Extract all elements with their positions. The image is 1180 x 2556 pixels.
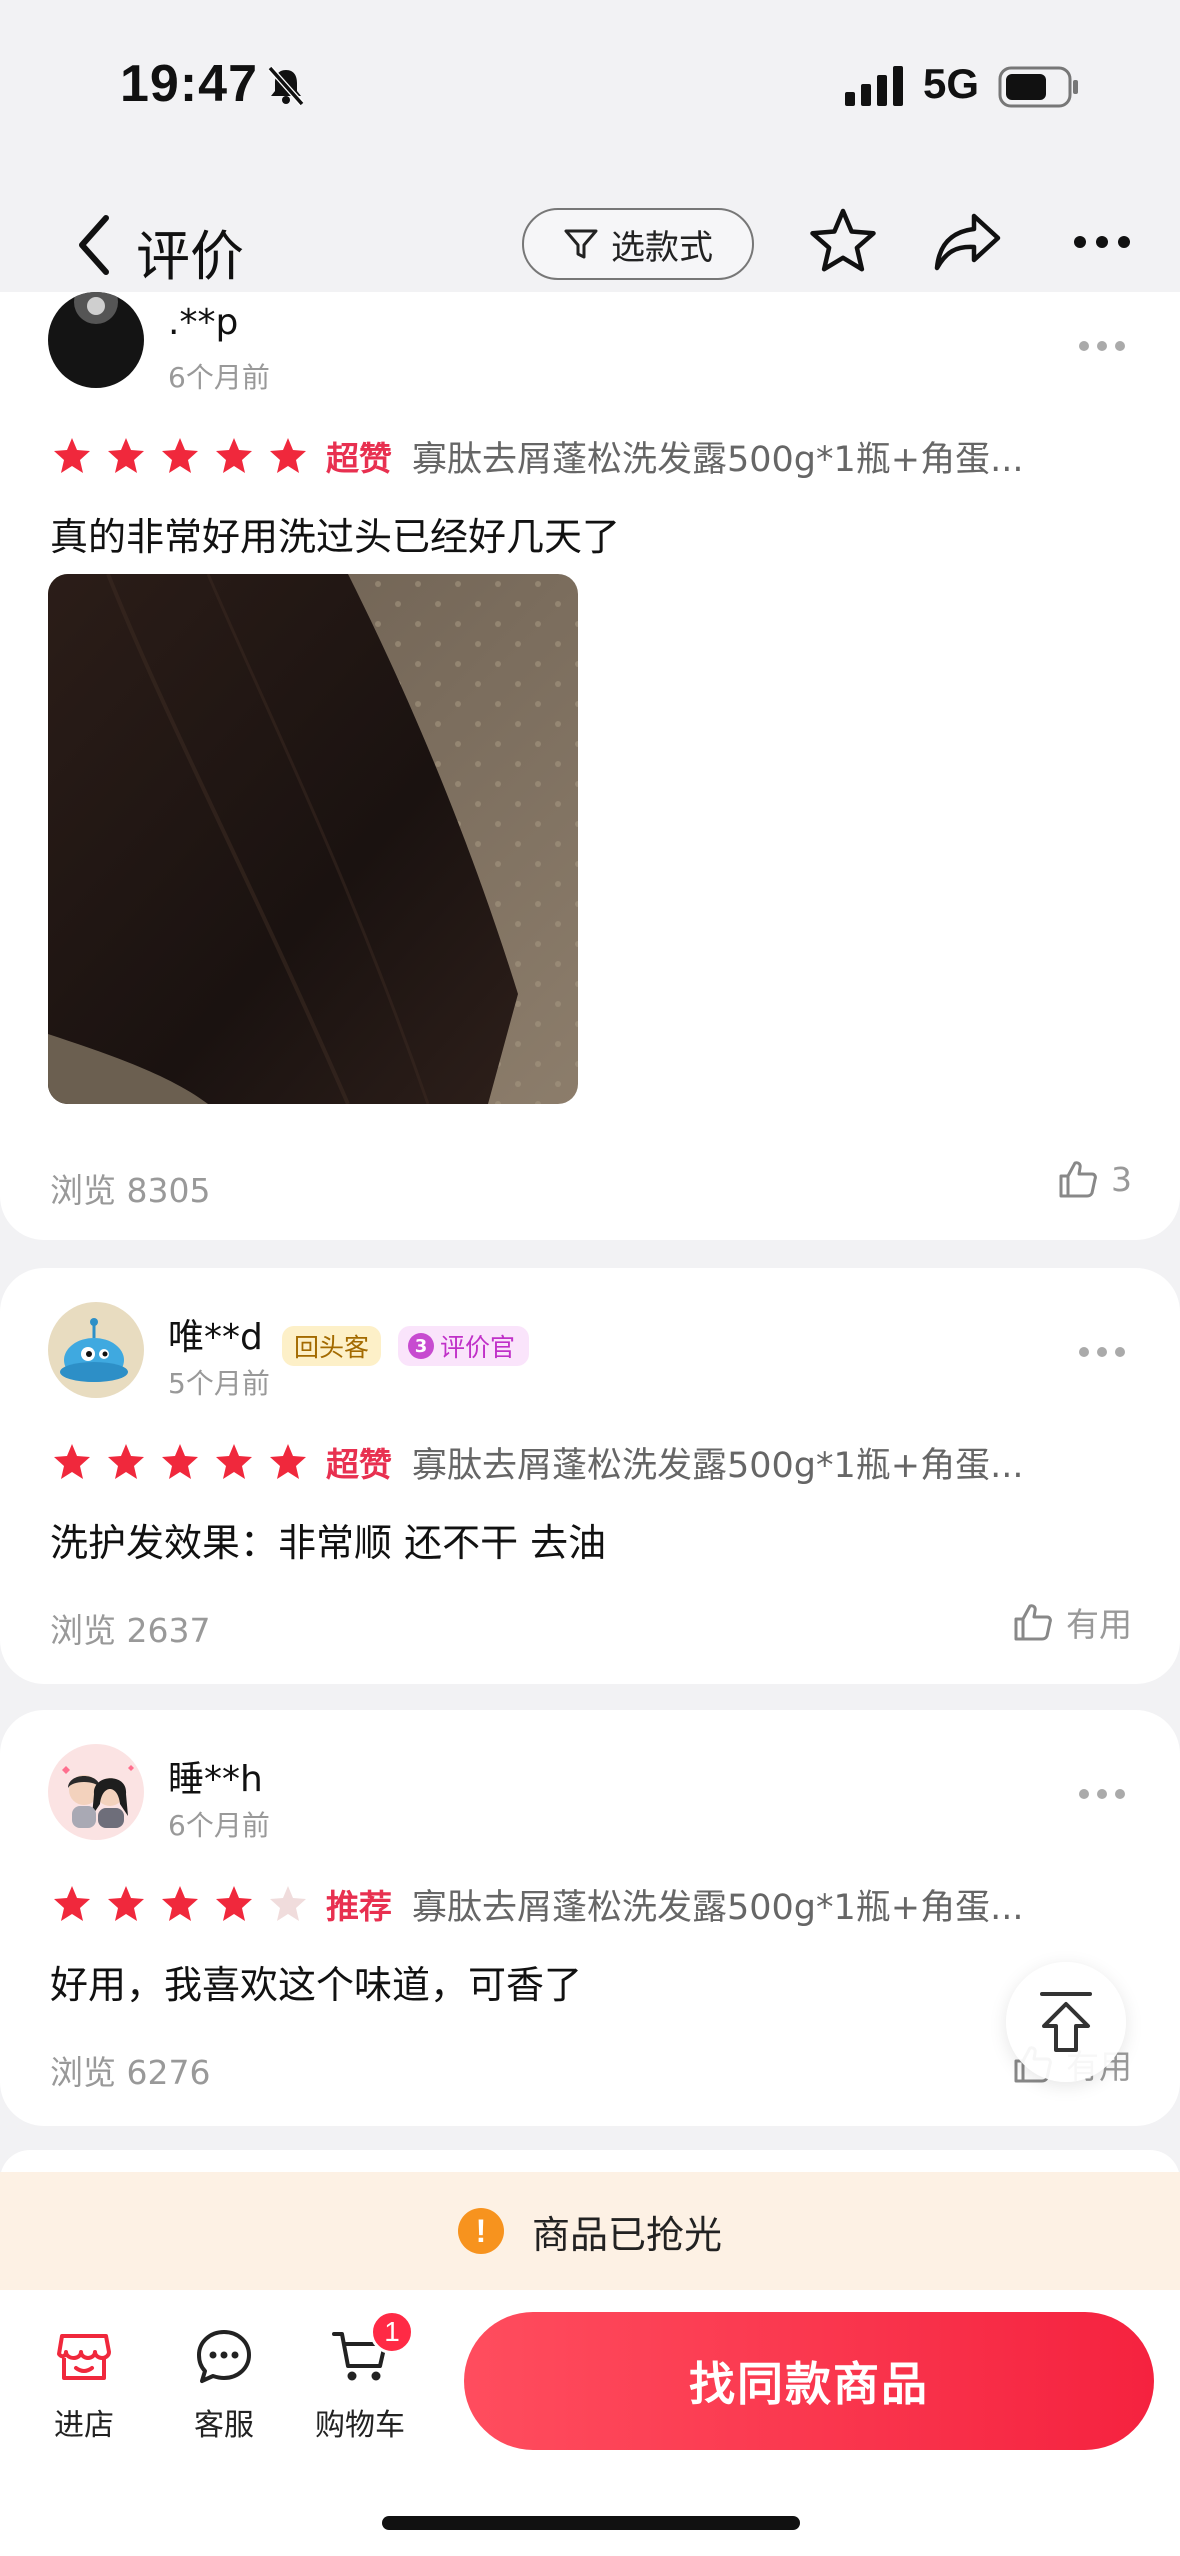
reviewer-badge: 3 评价官 [398, 1326, 530, 1366]
star-filled-icon [270, 438, 306, 473]
star-filled-icon [108, 1444, 144, 1479]
avatar-image [48, 292, 144, 388]
cart-count-badge: 1 [370, 2310, 414, 2354]
back-arrow-icon[interactable] [72, 212, 120, 278]
more-options-icon[interactable] [1078, 1346, 1126, 1358]
user-name: .**p [168, 302, 239, 343]
star-filled-icon [270, 1444, 306, 1479]
view-count: 浏览 8305 [50, 1171, 211, 1210]
review-time: 6个月前 [168, 361, 270, 394]
sku-text: 寡肽去屑蓬松洗发露500g*1瓶+角蛋... [412, 439, 1024, 480]
select-style-label: 选款式 [611, 227, 713, 268]
rating-label: 超赞 [326, 1445, 392, 1484]
rating-row: 推荐 寡肽去屑蓬松洗发露500g*1瓶+角蛋... [52, 1882, 1092, 1928]
star-rating [52, 436, 308, 476]
avatar-image [48, 1744, 144, 1840]
thumbs-up-icon [1059, 1161, 1097, 1198]
tab-cart-label: 购物车 [315, 2408, 405, 2443]
star-filled-icon [54, 1886, 90, 1921]
status-time: 19:47 [120, 55, 258, 113]
sku-text: 寡肽去屑蓬松洗发露500g*1瓶+角蛋... [412, 1887, 1024, 1928]
status-bar: 19:47 5G [0, 0, 1180, 180]
star-filled-icon [54, 438, 90, 473]
store-icon [57, 2334, 111, 2380]
tab-customer-service-label: 客服 [194, 2408, 254, 2443]
review-time: 6个月前 [168, 1809, 270, 1842]
battery-icon [998, 66, 1078, 108]
select-style-button[interactable]: 选款式 [522, 208, 754, 280]
thumbs-up-icon [1014, 1604, 1052, 1641]
tab-cart[interactable]: 购物车 1 [300, 2310, 420, 2456]
review-text: 真的非常好用洗过头已经好几天了 [50, 515, 621, 559]
view-count: 浏览 6276 [50, 2053, 211, 2092]
star-filled-icon [216, 1886, 252, 1921]
tab-store[interactable]: 进店 [24, 2326, 144, 2456]
star-filled-icon [216, 438, 252, 473]
scroll-to-top-icon [1040, 1992, 1092, 2052]
star-filled-icon [216, 1444, 252, 1479]
sold-out-text: 商品已抢光 [531, 2212, 722, 2257]
review-card-1: .**p 6个月前 超赞 寡肽去屑蓬松洗发露500g*1瓶+角蛋... 真的非常… [0, 292, 1180, 1240]
view-count: 浏览 2637 [50, 1611, 211, 1650]
like-button[interactable]: 3 [1057, 1158, 1132, 1200]
rating-label: 超赞 [326, 439, 392, 478]
page-title: 评价 [136, 225, 244, 288]
star-filled-icon [162, 438, 198, 473]
sold-out-banner: ! 商品已抢光 [0, 2172, 1180, 2290]
more-options-icon[interactable] [1078, 340, 1126, 352]
review-time: 5个月前 [168, 1367, 270, 1400]
returning-customer-badge: 回头客 [282, 1326, 382, 1366]
avatar[interactable] [48, 292, 144, 388]
star-filled-icon [108, 1886, 144, 1921]
star-filled-icon [108, 438, 144, 473]
star-rating [52, 1884, 308, 1924]
review-card-2: 唯**d 回头客 3 评价官 5个月前 超赞 寡肽去屑蓬松洗发露500g*1瓶+… [0, 1268, 1180, 1684]
avatar[interactable] [48, 1302, 144, 1398]
badge-level-icon: 3 [408, 1333, 434, 1359]
rating-row: 超赞 寡肽去屑蓬松洗发露500g*1瓶+角蛋... [52, 434, 1092, 480]
bottom-action-bar: 进店 客服 购物车 1 找同款商品 [0, 2290, 1180, 2556]
rating-label: 推荐 [326, 1887, 392, 1926]
star-empty-icon [270, 1886, 306, 1921]
star-rating [52, 1442, 308, 1482]
review-card-3: 睡**h 6个月前 推荐 寡肽去屑蓬松洗发露500g*1瓶+角蛋... 好用，我… [0, 1710, 1180, 2126]
review-text: 好用，我喜欢这个味道，可香了 [50, 1963, 583, 2007]
find-similar-product-button[interactable]: 找同款商品 [464, 2312, 1154, 2450]
network-label: 5G [923, 60, 980, 107]
star-filled-icon [162, 1886, 198, 1921]
review-text: 洗护发效果：非常顺 还不干 去油 [50, 1521, 607, 1565]
review-photo[interactable] [48, 574, 578, 1104]
sku-text: 寡肽去屑蓬松洗发露500g*1瓶+角蛋... [412, 1445, 1024, 1486]
tab-store-label: 进店 [54, 2408, 114, 2443]
like-count: 3 [1111, 1159, 1132, 1199]
tab-customer-service[interactable]: 客服 [164, 2326, 284, 2456]
like-label: 有用 [1066, 1605, 1132, 1644]
reviewer-badge-label: 评价官 [440, 1333, 516, 1362]
chat-icon [197, 2330, 251, 2383]
rating-row: 超赞 寡肽去屑蓬松洗发露500g*1瓶+角蛋... [52, 1440, 1092, 1486]
like-button[interactable]: 有用 [1012, 1598, 1132, 1646]
more-options-icon[interactable] [1072, 234, 1132, 250]
avatar[interactable] [48, 1744, 144, 1840]
home-indicator[interactable] [382, 2516, 800, 2530]
user-name: 唯**d [168, 1317, 263, 1358]
hair-photo-image [48, 574, 578, 1104]
star-filled-icon [162, 1444, 198, 1479]
favorite-star-icon[interactable] [808, 206, 878, 276]
star-filled-icon [54, 1444, 90, 1479]
avatar-image [48, 1302, 144, 1398]
signal-icon [845, 66, 903, 106]
alert-icon: ! [457, 2208, 504, 2254]
filter-funnel-icon [564, 229, 598, 259]
bell-muted-icon [267, 66, 305, 106]
scroll-to-top-button[interactable] [1006, 1962, 1126, 2082]
user-name: 睡**h [168, 1759, 263, 1800]
more-options-icon[interactable] [1078, 1788, 1126, 1800]
share-icon[interactable] [932, 210, 1004, 274]
